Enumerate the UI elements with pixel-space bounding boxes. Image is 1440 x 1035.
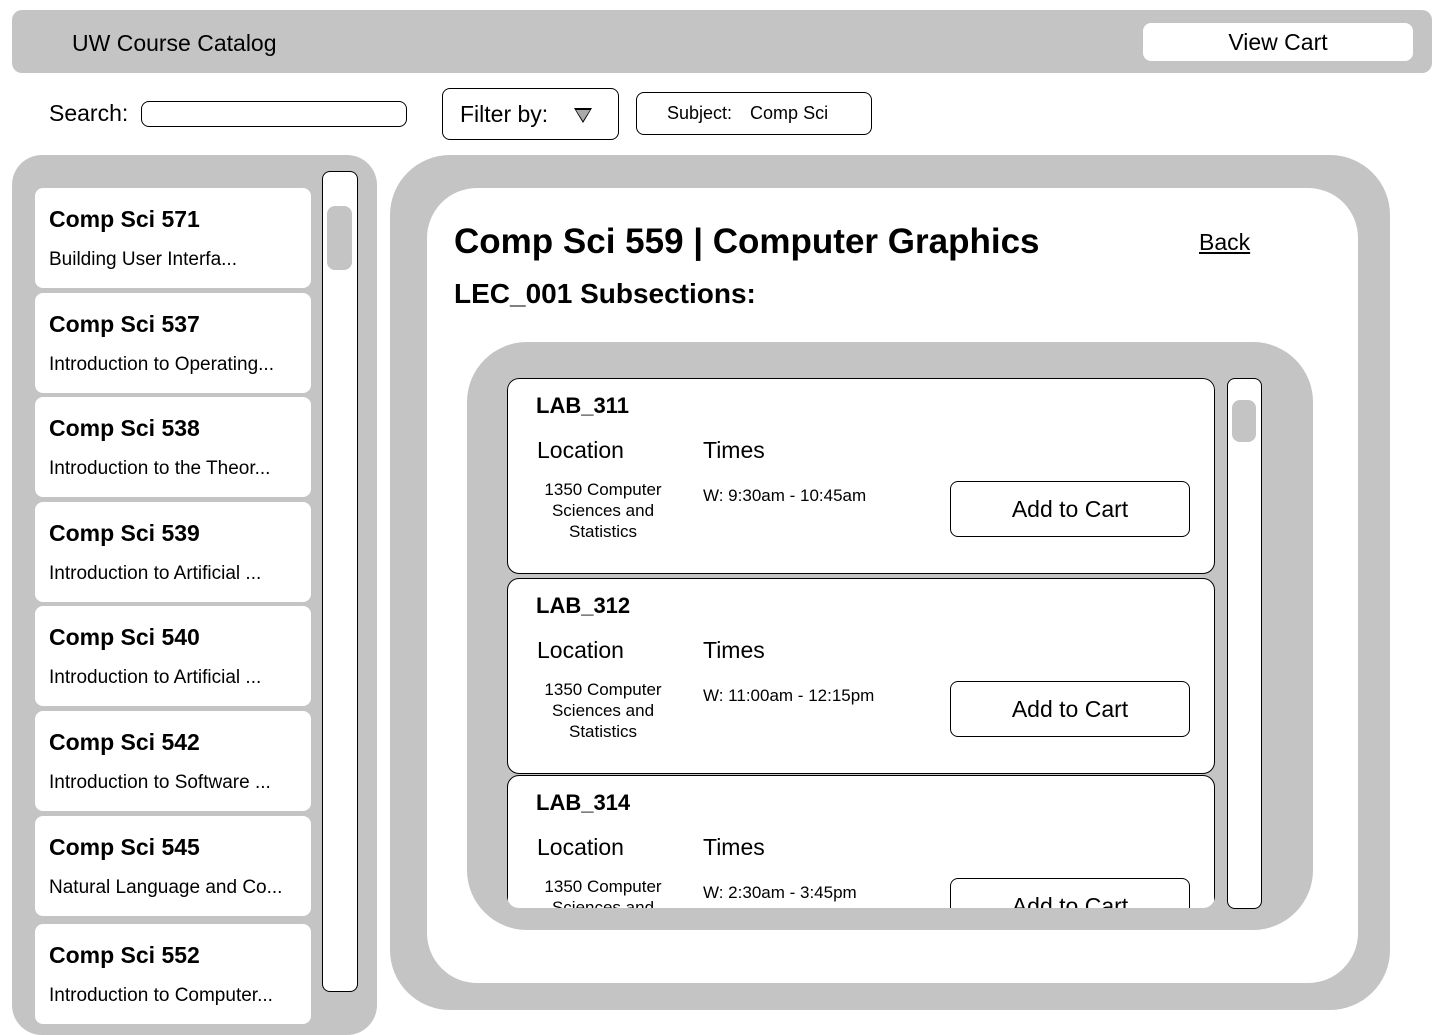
course-list-item[interactable]: Comp Sci 545 Natural Language and Co... [35, 816, 311, 916]
subsection-card: LAB_311 Location Times 1350 Computer Scienc… [507, 378, 1215, 574]
add-to-cart-button[interactable]: Add to Cart [950, 481, 1190, 537]
course-list-item[interactable]: Comp Sci 552 Introduction to Computer... [35, 924, 311, 1024]
times-header: Times [703, 834, 765, 860]
location-value: 1350 Computer Sciences and Statistics [544, 480, 662, 541]
subject-label: Subject: [667, 103, 733, 123]
course-code: Comp Sci 571 [49, 206, 200, 232]
location-header: Location [537, 437, 624, 463]
course-title: Comp Sci 559 | Computer Graphics [454, 222, 1040, 261]
course-list-item[interactable]: Comp Sci 542 Introduction to Software ... [35, 711, 311, 811]
course-name: Introduction to Artificial ... [49, 667, 262, 688]
subsections-scrollbar-thumb[interactable] [1232, 400, 1256, 442]
course-name: Introduction to Operating... [49, 354, 274, 375]
add-to-cart-button[interactable]: Add to Cart [950, 681, 1190, 737]
subsection-card: LAB_314 Location Times 1350 Computer Scienc… [507, 775, 1215, 908]
course-code: Comp Sci 538 [49, 415, 200, 441]
course-name: Building User Interfa... [49, 249, 237, 270]
search-input[interactable] [141, 101, 407, 127]
course-code: Comp Sci 542 [49, 729, 200, 755]
times-value: W: 11:00am - 12:15pm [703, 686, 875, 705]
add-to-cart-button[interactable]: Add to Cart [950, 878, 1190, 908]
times-header: Times [703, 637, 765, 663]
course-name: Introduction to Artificial ... [49, 563, 262, 584]
course-list-item[interactable]: Comp Sci 540 Introduction to Artificial .… [35, 606, 311, 706]
location-value: 1350 Computer Sciences and Statistics [544, 877, 662, 908]
subsections-scrollbar[interactable] [1227, 378, 1262, 909]
course-code: Comp Sci 540 [49, 624, 200, 650]
location-header: Location [537, 834, 624, 860]
course-name: Introduction to Computer... [49, 985, 273, 1006]
course-name: Natural Language and Co... [49, 877, 283, 898]
course-code: Comp Sci 545 [49, 834, 200, 860]
subsection-name: LAB_314 [536, 790, 631, 815]
course-code: Comp Sci 537 [49, 311, 200, 337]
course-list-item[interactable]: Comp Sci 571 Building User Interfa... [35, 188, 311, 288]
triangle-down-icon [574, 108, 592, 123]
course-list-scrollbar-thumb[interactable] [327, 206, 352, 270]
view-cart-button[interactable]: View Cart [1143, 23, 1413, 61]
course-list-item[interactable]: Comp Sci 537 Introduction to Operating... [35, 293, 311, 393]
course-list-item[interactable]: Comp Sci 538 Introduction to the Theor... [35, 397, 311, 497]
subject-filter-chip[interactable]: Subject: Comp Sci [636, 92, 872, 135]
course-name: Introduction to Software ... [49, 772, 271, 793]
filter-label: Filter by: [460, 100, 549, 127]
subsection-card: LAB_312 Location Times 1350 Computer Scienc… [507, 578, 1215, 774]
course-list-scrollbar[interactable] [322, 171, 358, 992]
subsection-name: LAB_311 [536, 393, 629, 418]
subject-value: Comp Sci [750, 103, 829, 123]
app-title: UW Course Catalog [72, 30, 277, 56]
search-label: Search: [49, 100, 129, 126]
course-code: Comp Sci 539 [49, 520, 200, 546]
course-name: Introduction to the Theor... [49, 458, 271, 479]
subsection-name: LAB_312 [536, 593, 631, 618]
times-header: Times [703, 437, 765, 463]
location-value: 1350 Computer Sciences and Statistics [544, 680, 662, 741]
course-code: Comp Sci 552 [49, 942, 200, 968]
subsections-heading: LEC_001 Subsections: [454, 278, 756, 309]
back-link[interactable]: Back [1199, 229, 1250, 256]
subsections-list: LAB_311 Location Times 1350 Computer Scienc… [507, 378, 1215, 908]
times-value: W: 2:30am - 3:45pm [703, 883, 857, 902]
course-list-item[interactable]: Comp Sci 539 Introduction to Artificial .… [35, 502, 311, 602]
times-value: W: 9:30am - 10:45am [703, 486, 867, 505]
location-header: Location [537, 637, 624, 663]
filter-dropdown[interactable]: Filter by: [442, 88, 619, 140]
